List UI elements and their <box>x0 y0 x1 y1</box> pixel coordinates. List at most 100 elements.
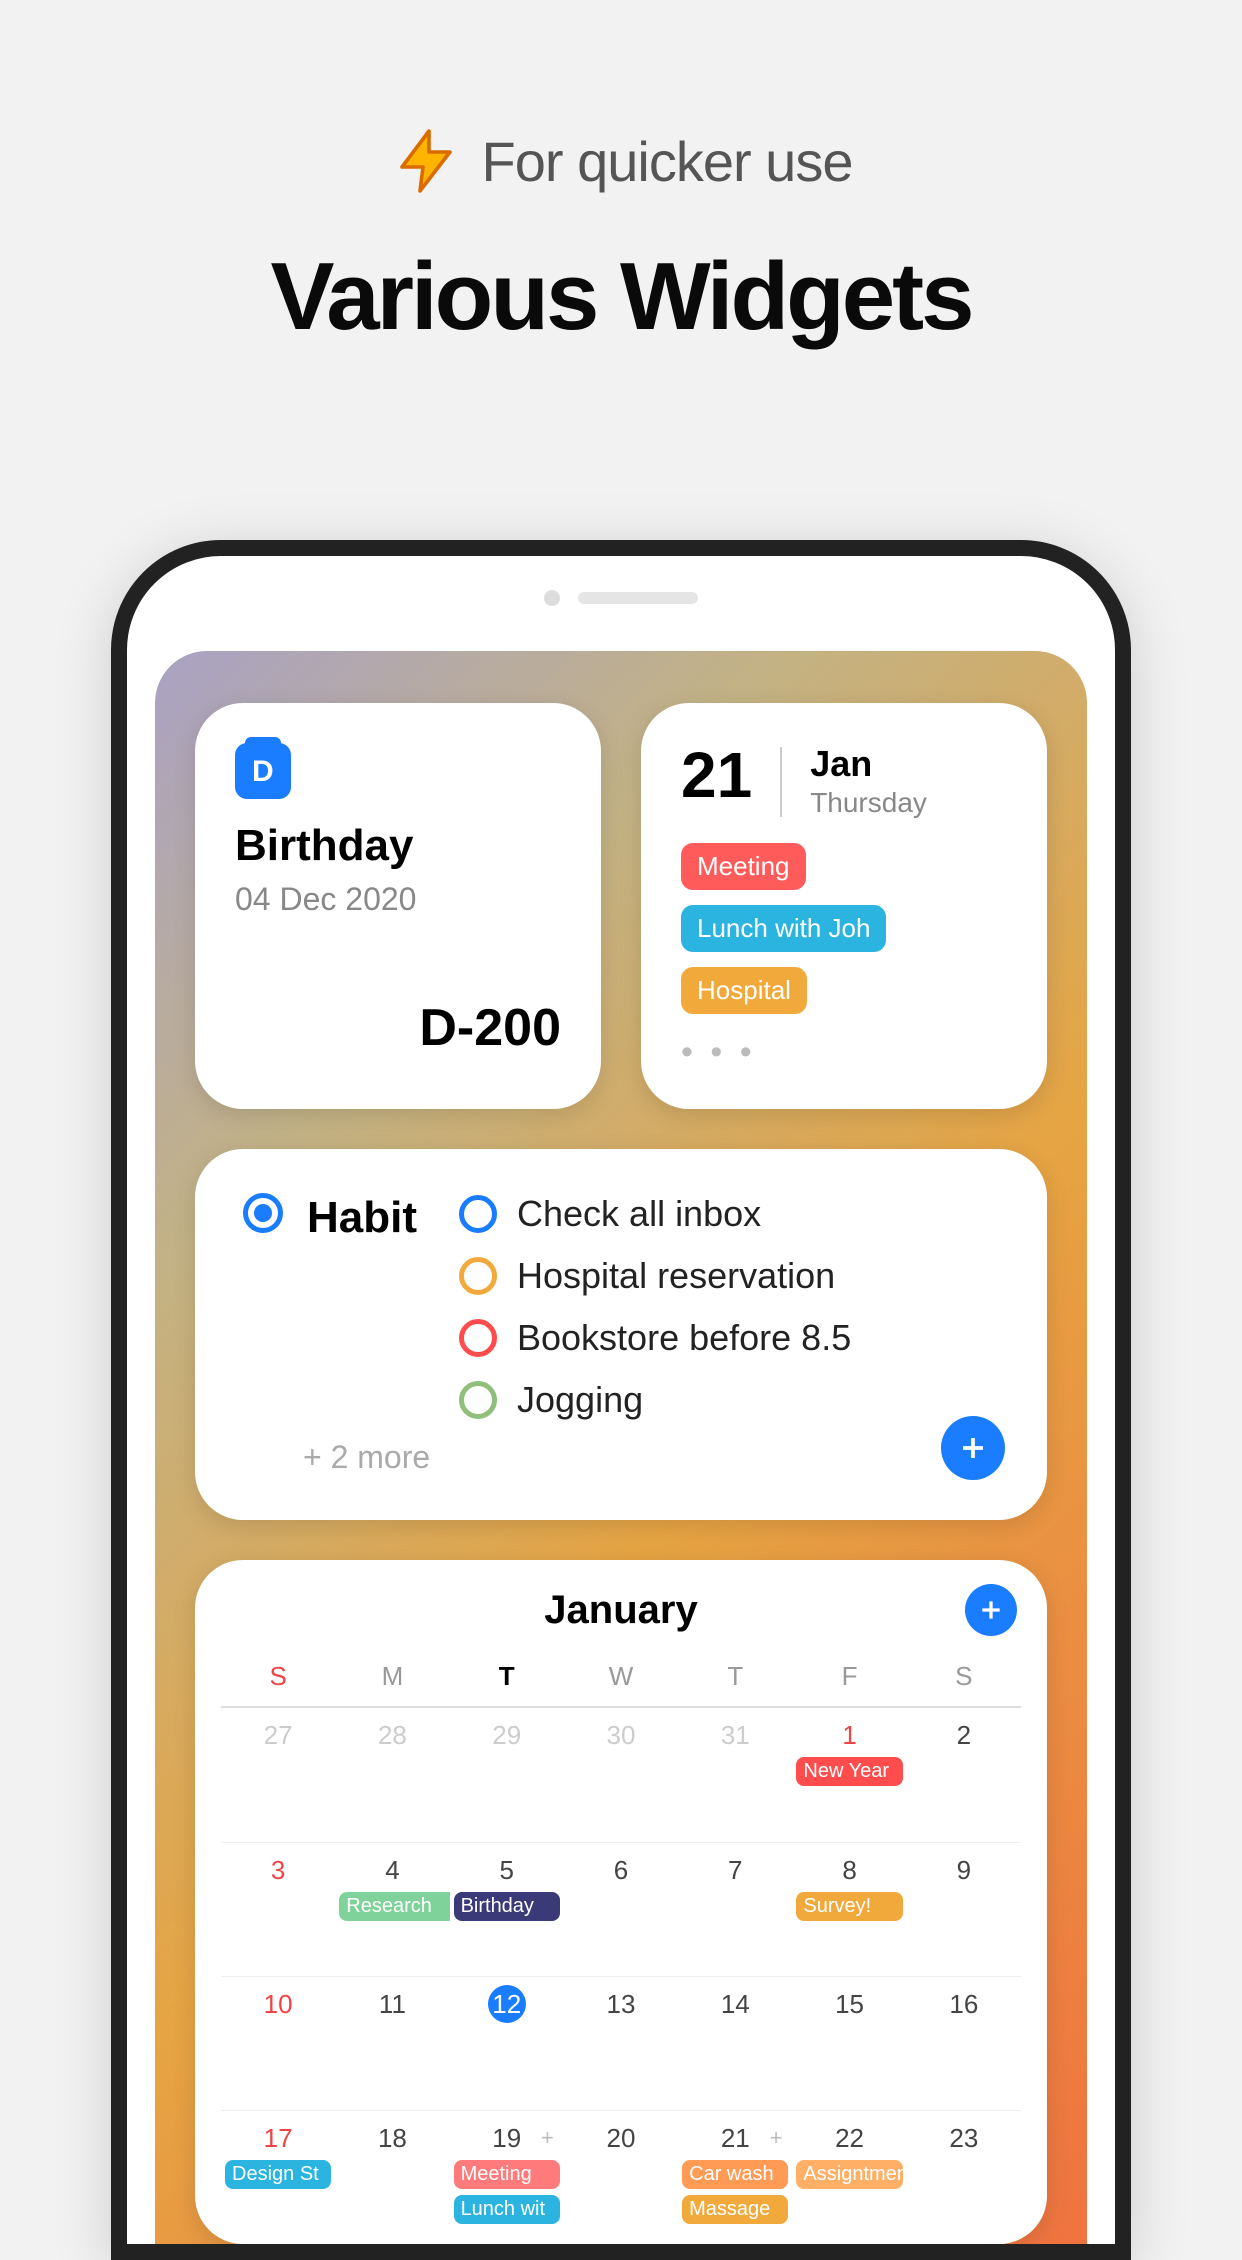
calendar-day-cell[interactable]: 30 <box>564 1708 678 1842</box>
calendar-day-number: 29 <box>492 1720 521 1750</box>
plus-icon <box>958 1433 988 1463</box>
add-button[interactable] <box>941 1416 1005 1480</box>
calendar-event-pill: Birthday <box>454 1892 560 1921</box>
calendar-day-cell[interactable]: 13 <box>564 1976 678 2110</box>
habit-item[interactable]: Check all inbox <box>459 1193 851 1235</box>
calendar-day-cell[interactable]: 11 <box>335 1976 449 2110</box>
calendar-dow-cell: M <box>335 1653 449 1706</box>
calendar-day-cell[interactable]: 31 <box>678 1708 792 1842</box>
calendar-day-cell[interactable]: 27 <box>221 1708 335 1842</box>
dday-date: 04 Dec 2020 <box>235 881 561 918</box>
calendar-day-number: 9 <box>957 1855 971 1885</box>
calendar-day-number: 28 <box>378 1720 407 1750</box>
radio-filled-icon <box>243 1193 283 1233</box>
calendar-day-number: 8 <box>842 1855 856 1885</box>
phone-mockup: Birthday 04 Dec 2020 D-200 21 Jan Thursd… <box>111 540 1131 2260</box>
calendar-day-number: 30 <box>607 1720 636 1750</box>
calendar-day-cell[interactable]: 3 <box>221 1842 335 1976</box>
habit-item[interactable]: Hospital reservation <box>459 1255 851 1297</box>
today-month: Jan <box>810 743 927 785</box>
tagline-text: For quicker use <box>482 129 853 194</box>
calendar-day-number: 6 <box>614 1855 628 1885</box>
habit-item-label: Hospital reservation <box>517 1255 835 1297</box>
phone-notch <box>127 556 1115 606</box>
calendar-day-number: 15 <box>835 1989 864 2019</box>
calendar-day-cell[interactable]: 15 <box>792 1976 906 2110</box>
calendar-day-number: 7 <box>728 1855 742 1885</box>
more-events-icon: + <box>770 2125 783 2151</box>
calendar-day-number: 19 <box>492 2123 521 2153</box>
dday-count: D-200 <box>235 998 561 1058</box>
calendar-icon <box>235 743 291 799</box>
calendar-day-cell[interactable]: 5 Birthday <box>450 1842 564 1976</box>
calendar-day-cell[interactable]: 6 <box>564 1842 678 1976</box>
habit-item[interactable]: Jogging <box>459 1379 851 1421</box>
calendar-day-cell[interactable]: 14 <box>678 1976 792 2110</box>
calendar-day-cell[interactable]: 29 <box>450 1708 564 1842</box>
calendar-day-cell[interactable]: 18 <box>335 2110 449 2244</box>
ring-icon <box>459 1319 497 1357</box>
today-widget[interactable]: 21 Jan Thursday MeetingLunch with JohHos… <box>641 703 1047 1109</box>
calendar-day-cell[interactable]: 19+MeetingLunch wit <box>450 2110 564 2244</box>
today-event-pill: Meeting <box>681 843 806 890</box>
calendar-event-pill: Research <box>339 1892 449 1921</box>
home-screen: Birthday 04 Dec 2020 D-200 21 Jan Thursd… <box>155 651 1087 2244</box>
calendar-day-cell[interactable]: 23 <box>907 2110 1021 2244</box>
calendar-day-cell[interactable]: 1New Year <box>792 1708 906 1842</box>
calendar-add-button[interactable] <box>965 1584 1017 1636</box>
dday-widget[interactable]: Birthday 04 Dec 2020 D-200 <box>195 703 601 1109</box>
calendar-dow-cell: T <box>678 1653 792 1706</box>
calendar-day-number: 2 <box>957 1720 971 1750</box>
calendar-day-number: 17 <box>264 2123 293 2153</box>
calendar-day-number: 1 <box>842 1720 856 1750</box>
ring-icon <box>459 1257 497 1295</box>
plus-icon <box>978 1597 1004 1623</box>
calendar-day-cell[interactable]: 4Research <box>335 1842 449 1976</box>
calendar-event-pill: Survey! <box>796 1892 902 1921</box>
today-event-pill: Hospital <box>681 967 807 1014</box>
page-title: Various Widgets <box>271 242 972 352</box>
ring-icon <box>459 1195 497 1233</box>
calendar-day-cell[interactable]: 17Design St <box>221 2110 335 2244</box>
dday-title: Birthday <box>235 821 561 871</box>
ring-icon <box>459 1381 497 1419</box>
calendar-widget[interactable]: January SMTWTFS 27282930311New Year234Re… <box>195 1560 1047 2244</box>
calendar-event-pill: Assigntment <box>796 2160 902 2189</box>
calendar-day-cell[interactable]: 28 <box>335 1708 449 1842</box>
calendar-day-number: 12 <box>488 1985 526 2023</box>
calendar-dow-cell: F <box>792 1653 906 1706</box>
bolt-icon <box>390 125 462 197</box>
calendar-dow-cell: W <box>564 1653 678 1706</box>
calendar-day-number: 22 <box>835 2123 864 2153</box>
calendar-day-cell[interactable]: 22 Assigntment <box>792 2110 906 2244</box>
calendar-day-number: 20 <box>607 2123 636 2153</box>
calendar-day-cell[interactable]: 10 <box>221 1976 335 2110</box>
calendar-day-number: 18 <box>378 2123 407 2153</box>
habit-item-label: Bookstore before 8.5 <box>517 1317 851 1359</box>
habit-title: Habit <box>307 1193 417 1243</box>
calendar-event-pill: Lunch wit <box>454 2195 560 2224</box>
calendar-day-number: 3 <box>271 1855 285 1885</box>
calendar-event-pill: Meeting <box>454 2160 560 2189</box>
calendar-event-pill: Car wash <box>682 2160 788 2189</box>
calendar-day-number: 5 <box>499 1855 513 1885</box>
habit-widget[interactable]: Habit Check all inbox Hospital reservatio… <box>195 1149 1047 1520</box>
calendar-day-cell[interactable]: 7 <box>678 1842 792 1976</box>
calendar-day-cell[interactable]: 21+Car washMassage <box>678 2110 792 2244</box>
habit-item-label: Check all inbox <box>517 1193 761 1235</box>
calendar-day-cell[interactable]: 20 <box>564 2110 678 2244</box>
calendar-day-cell[interactable]: 12 <box>450 1976 564 2110</box>
calendar-day-number: 23 <box>949 2123 978 2153</box>
calendar-dow-cell: S <box>221 1653 335 1706</box>
calendar-day-cell[interactable]: 9 <box>907 1842 1021 1976</box>
calendar-day-cell[interactable]: 2 <box>907 1708 1021 1842</box>
calendar-day-number: 27 <box>264 1720 293 1750</box>
habit-item-label: Jogging <box>517 1379 643 1421</box>
calendar-day-cell[interactable]: 16 <box>907 1976 1021 2110</box>
calendar-day-cell[interactable]: 8 Survey! <box>792 1842 906 1976</box>
habit-item[interactable]: Bookstore before 8.5 <box>459 1317 851 1359</box>
calendar-day-number: 14 <box>721 1989 750 2019</box>
divider <box>780 747 782 817</box>
calendar-day-number: 31 <box>721 1720 750 1750</box>
calendar-day-number: 11 <box>379 1989 406 2019</box>
